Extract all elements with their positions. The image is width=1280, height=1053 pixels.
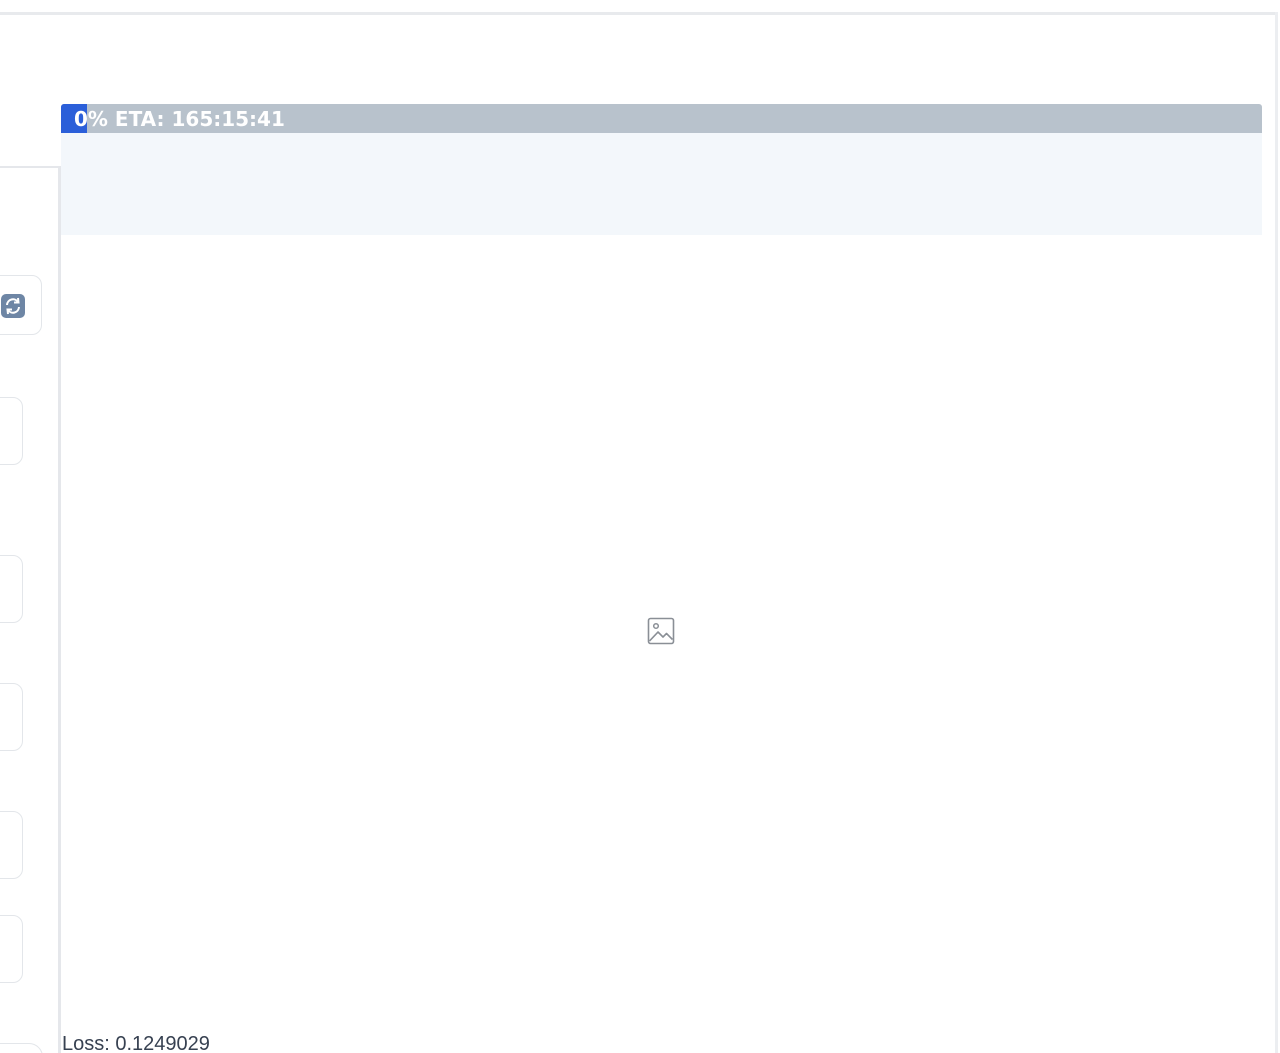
- panel-top-border: [0, 12, 1278, 15]
- left-panel-divider: [58, 166, 61, 1053]
- progress-text: 0% ETA: 165:15:41: [74, 107, 285, 131]
- panel-right-border: [1275, 12, 1278, 1053]
- app-root: 0% ETA: 165:15:41 Loss: 0.1249029: [0, 0, 1280, 1053]
- left-panel-top-border: [0, 166, 60, 168]
- left-input-field-2[interactable]: [0, 555, 23, 623]
- refresh-icon: [1, 294, 25, 318]
- image-icon: [647, 617, 675, 645]
- loss-text: Loss: 0.1249029: [62, 1033, 210, 1053]
- refresh-button[interactable]: [0, 275, 42, 335]
- left-input-field-1[interactable]: [0, 397, 23, 465]
- left-button-bottom[interactable]: [0, 1043, 43, 1053]
- progress-status-area: [61, 133, 1262, 235]
- left-input-field-3[interactable]: [0, 683, 23, 751]
- left-input-field-4[interactable]: [0, 811, 23, 879]
- left-input-field-5[interactable]: [0, 915, 23, 983]
- progress-bar: 0% ETA: 165:15:41: [61, 104, 1262, 133]
